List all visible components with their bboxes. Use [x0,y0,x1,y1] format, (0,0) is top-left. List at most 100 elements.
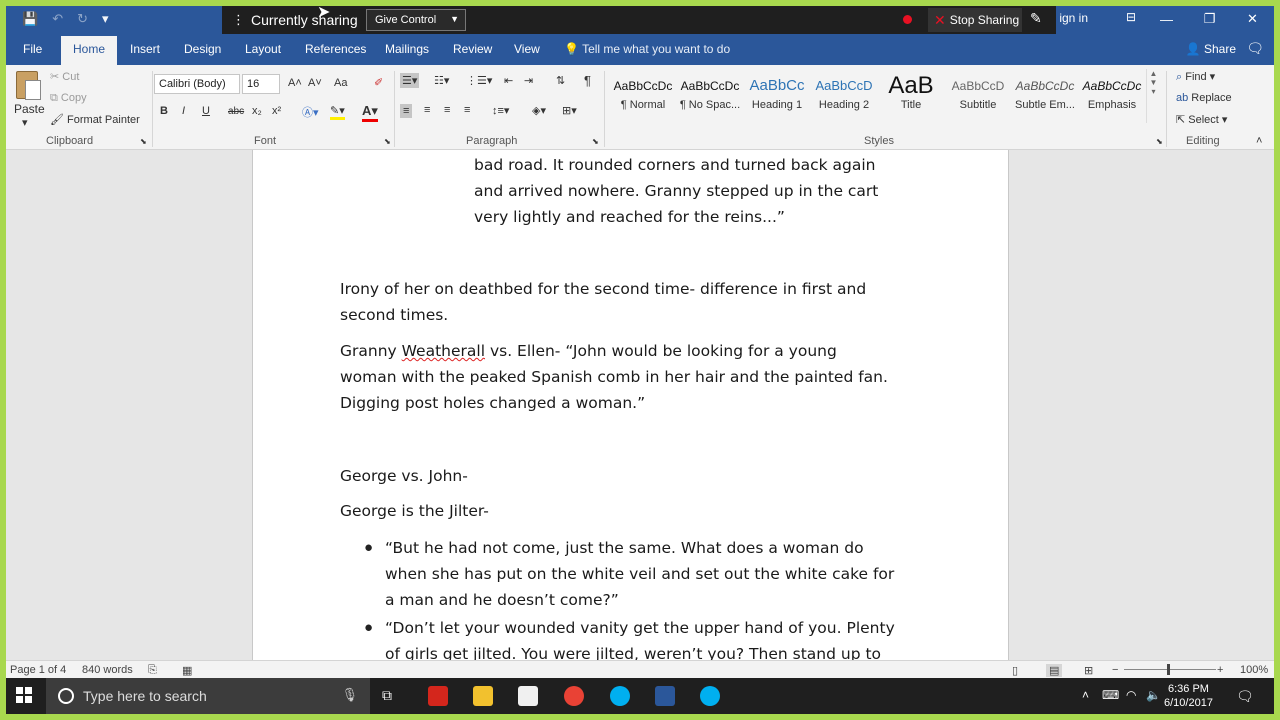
give-control-dropdown[interactable]: Give Control ▼ [366,9,466,31]
numbering-icon[interactable]: ☷▾ [434,74,449,87]
web-layout-icon[interactable]: ⊞ [1084,664,1093,677]
style-subtitle[interactable]: AaBbCcD Subtitle [945,73,1011,111]
underline-button[interactable]: U [202,105,210,117]
shrink-font-button[interactable]: A˅ [308,77,322,89]
clock[interactable]: 6:36 PM 6/10/2017 [1164,682,1213,710]
volume-icon[interactable]: 🔈 [1146,688,1161,702]
subscript-button[interactable]: x₂ [252,105,262,117]
app-icon-red[interactable] [428,686,448,706]
file-explorer-icon[interactable] [473,686,493,706]
restore-button[interactable]: ❐ [1188,11,1231,27]
zoom-in-button[interactable]: + [1217,664,1223,676]
font-color-icon[interactable]: A▾ [362,103,378,122]
stop-sharing-button[interactable]: ✕ Stop Sharing [928,8,1022,32]
tab-view[interactable]: View [514,42,540,56]
save-icon[interactable]: 💾 [22,11,38,27]
justify-icon[interactable]: ≡ [464,104,470,116]
tab-review[interactable]: Review [453,42,492,56]
tell-me-search[interactable]: 💡 Tell me what you want to do [564,42,730,56]
chrome-icon[interactable] [564,686,584,706]
style-no-spacing[interactable]: AaBbCcDc ¶ No Spac... [677,73,743,111]
borders-icon[interactable]: ⊞▾ [562,104,577,117]
italic-button[interactable]: I [182,105,185,117]
page-count[interactable]: Page 1 of 4 [10,664,66,676]
shading-icon[interactable]: ◈▾ [532,104,546,117]
proofing-icon[interactable]: ⎘ [148,664,157,677]
word-icon[interactable] [655,686,675,706]
bullets-icon[interactable]: ☰▾ [400,73,420,88]
word-count[interactable]: 840 words [82,664,133,676]
microphone-icon[interactable]: 🎙 [341,687,358,703]
taskbar-search[interactable]: Type here to search 🎙 [46,678,370,714]
font-name-combo[interactable]: Calibri (Body) [154,74,240,94]
style-heading-2[interactable]: AaBbCcD Heading 2 [811,73,877,111]
replace-button[interactable]: ab Replace [1176,92,1232,104]
zoom-level[interactable]: 100% [1240,664,1268,676]
notifications-icon[interactable]: 🗨 [1236,688,1254,705]
paste-button[interactable]: Paste [14,102,45,116]
collapse-ribbon-icon[interactable]: ˄ [1256,135,1262,147]
tab-layout[interactable]: Layout [245,42,281,56]
find-button[interactable]: ⌕ Find ▾ [1176,70,1215,84]
align-right-icon[interactable]: ≡ [444,104,450,116]
read-mode-icon[interactable]: ▯ [1012,664,1018,677]
document-page[interactable]: bad road. It rounded corners and turned … [252,150,1009,660]
strikethrough-button[interactable]: abc [228,106,244,117]
undo-icon[interactable]: ↶ [52,11,63,27]
clear-formatting-icon[interactable]: ✐ [374,76,383,89]
task-view-icon[interactable]: ⧉ [382,687,392,704]
decrease-indent-icon[interactable]: ⇤ [504,74,513,87]
skype-business-icon[interactable] [700,686,720,706]
macro-icon[interactable]: ▦ [182,664,192,677]
store-icon[interactable] [518,686,538,706]
text-effects-icon[interactable]: Ⓐ▾ [302,104,319,120]
bold-button[interactable]: B [160,105,168,117]
styles-gallery-scroll[interactable]: ▲ ▼ ▾ [1146,69,1160,123]
share-button[interactable]: 👤 Share [1186,42,1236,56]
wifi-icon[interactable]: ◠ [1126,688,1136,702]
drag-handle-icon[interactable]: ⋮ [232,12,245,28]
style-heading-1[interactable]: AaBbCc Heading 1 [744,73,810,111]
sign-in-link[interactable]: ign in [1059,11,1088,25]
minimize-button[interactable]: — [1145,12,1188,27]
format-painter-button[interactable]: 🖌 Format Painter [50,113,140,126]
select-button[interactable]: ⇱ Select ▾ [1176,113,1227,126]
font-launcher-icon[interactable]: ⬊ [384,137,391,146]
zoom-slider-thumb[interactable] [1167,664,1170,675]
align-left-icon[interactable]: ≡ [400,104,413,118]
align-center-icon[interactable]: ≡ [424,104,430,116]
style-title[interactable]: AaB Title [878,73,944,111]
network-adapter-icon[interactable]: ⌨ [1102,688,1119,702]
paragraph-launcher-icon[interactable]: ⬊ [592,137,599,146]
windows-start-icon[interactable] [16,687,32,703]
annotate-icon[interactable]: ✎ [1030,10,1042,27]
zoom-out-button[interactable]: − [1112,664,1118,676]
tab-design[interactable]: Design [184,42,221,56]
comments-icon[interactable]: 🗨 [1246,40,1264,57]
clipboard-launcher-icon[interactable]: ⬊ [140,137,147,146]
redo-icon[interactable]: ↻ [77,11,88,27]
skype-icon[interactable] [610,686,630,706]
grow-font-button[interactable]: A˄ [288,77,302,89]
tab-file[interactable]: File [23,42,42,56]
highlight-icon[interactable]: ✎▾ [330,104,345,120]
styles-launcher-icon[interactable]: ⬊ [1156,137,1163,146]
change-case-button[interactable]: Aa [334,77,347,89]
style-normal[interactable]: AaBbCcDc ¶ Normal [610,73,676,111]
tab-insert[interactable]: Insert [130,42,160,56]
tab-home[interactable]: Home [61,36,118,65]
spelling-error[interactable]: Weatherall [402,342,485,360]
style-emphasis[interactable]: AaBbCcDc Emphasis [1079,73,1145,111]
copy-button[interactable]: ⧉ Copy [50,92,87,105]
document-area[interactable]: bad road. It rounded corners and turned … [6,150,1274,660]
ribbon-display-options-icon[interactable]: ⊟ [1126,10,1136,24]
paste-dropdown-icon[interactable]: ▾ [22,116,28,129]
sort-icon[interactable]: ⇅ [556,74,565,87]
tab-references[interactable]: References [305,42,366,56]
tray-chevron-icon[interactable]: ˄ [1082,688,1089,702]
close-button[interactable]: ✕ [1231,11,1274,27]
zoom-slider[interactable] [1124,669,1216,670]
style-subtle-emphasis[interactable]: AaBbCcDc Subtle Em... [1012,73,1078,111]
print-layout-icon[interactable]: ▤ [1046,664,1063,677]
font-size-combo[interactable]: 16 [242,74,280,94]
